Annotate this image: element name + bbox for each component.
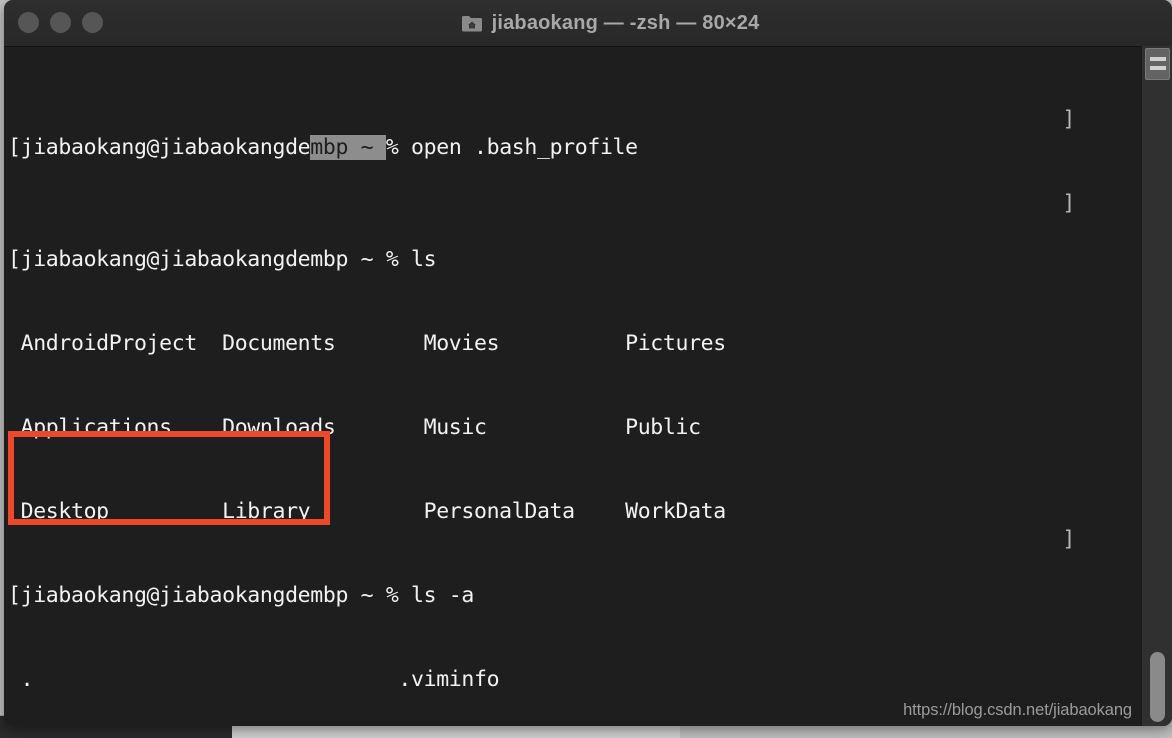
wrap-marker-4 — [1062, 358, 1140, 386]
title-group: jiabaokang — -zsh — 80×24 — [461, 12, 760, 35]
terminal-line-command-open: [jiabaokang@jiabaokangdembp ~ % open .ba… — [8, 134, 1136, 162]
wrap-marker-1: ] — [1062, 107, 1076, 132]
title-bar[interactable]: jiabaokang — -zsh — 80×24 — [4, 0, 1172, 47]
watermark: https://blog.csdn.net/jiabaokang — [903, 701, 1132, 719]
terminal-line-command-ls: [jiabaokang@jiabaokangdembp ~ % ls — [8, 247, 437, 272]
wrap-marker-6: ] — [1062, 527, 1076, 552]
scrollbar-thumb[interactable] — [1150, 652, 1165, 722]
traffic-lights — [18, 12, 103, 33]
scrollbar-marker-button[interactable] — [1145, 48, 1170, 80]
selected-text[interactable]: mbp ~ — [310, 135, 386, 160]
terminal-window[interactable]: jiabaokang — -zsh — 80×24 [jiabaokang@ji… — [4, 0, 1172, 726]
zoom-button[interactable] — [82, 12, 103, 33]
marker-line-bottom — [1150, 66, 1166, 70]
minimize-button[interactable] — [50, 12, 71, 33]
wrap-marker-2: ] — [1062, 191, 1076, 216]
prompt-part-1: [jiabaokang@jiabaokangde — [8, 135, 311, 160]
terminal-line-ls-row-3: Desktop Library PersonalData WorkData — [8, 499, 727, 524]
terminal-line-command-ls-a: [jiabaokang@jiabaokangdembp ~ % ls -a — [8, 583, 474, 608]
wrap-marker-3 — [1062, 274, 1140, 302]
terminal-line-ls-row-1: AndroidProject Documents Movies Pictures — [8, 331, 727, 356]
scrollbar-track[interactable] — [1141, 46, 1172, 726]
line-wrap-markers: ] ] ] — [1062, 50, 1140, 610]
marker-line-top — [1150, 57, 1166, 61]
wrap-marker-5 — [1062, 442, 1140, 470]
terminal-screen[interactable]: [jiabaokang@jiabaokangdembp ~ % open .ba… — [8, 50, 1136, 726]
terminal-body[interactable]: [jiabaokang@jiabaokangdembp ~ % open .ba… — [4, 47, 1172, 726]
window-title: jiabaokang — -zsh — 80×24 — [491, 11, 760, 34]
terminal-line-7: . .viminfo — [8, 667, 500, 692]
home-folder-icon — [461, 14, 483, 33]
close-button[interactable] — [18, 12, 39, 33]
command-open: % open .bash_profile — [385, 135, 638, 160]
terminal-line-ls-row-2: Applications Downloads Music Public — [8, 415, 701, 440]
